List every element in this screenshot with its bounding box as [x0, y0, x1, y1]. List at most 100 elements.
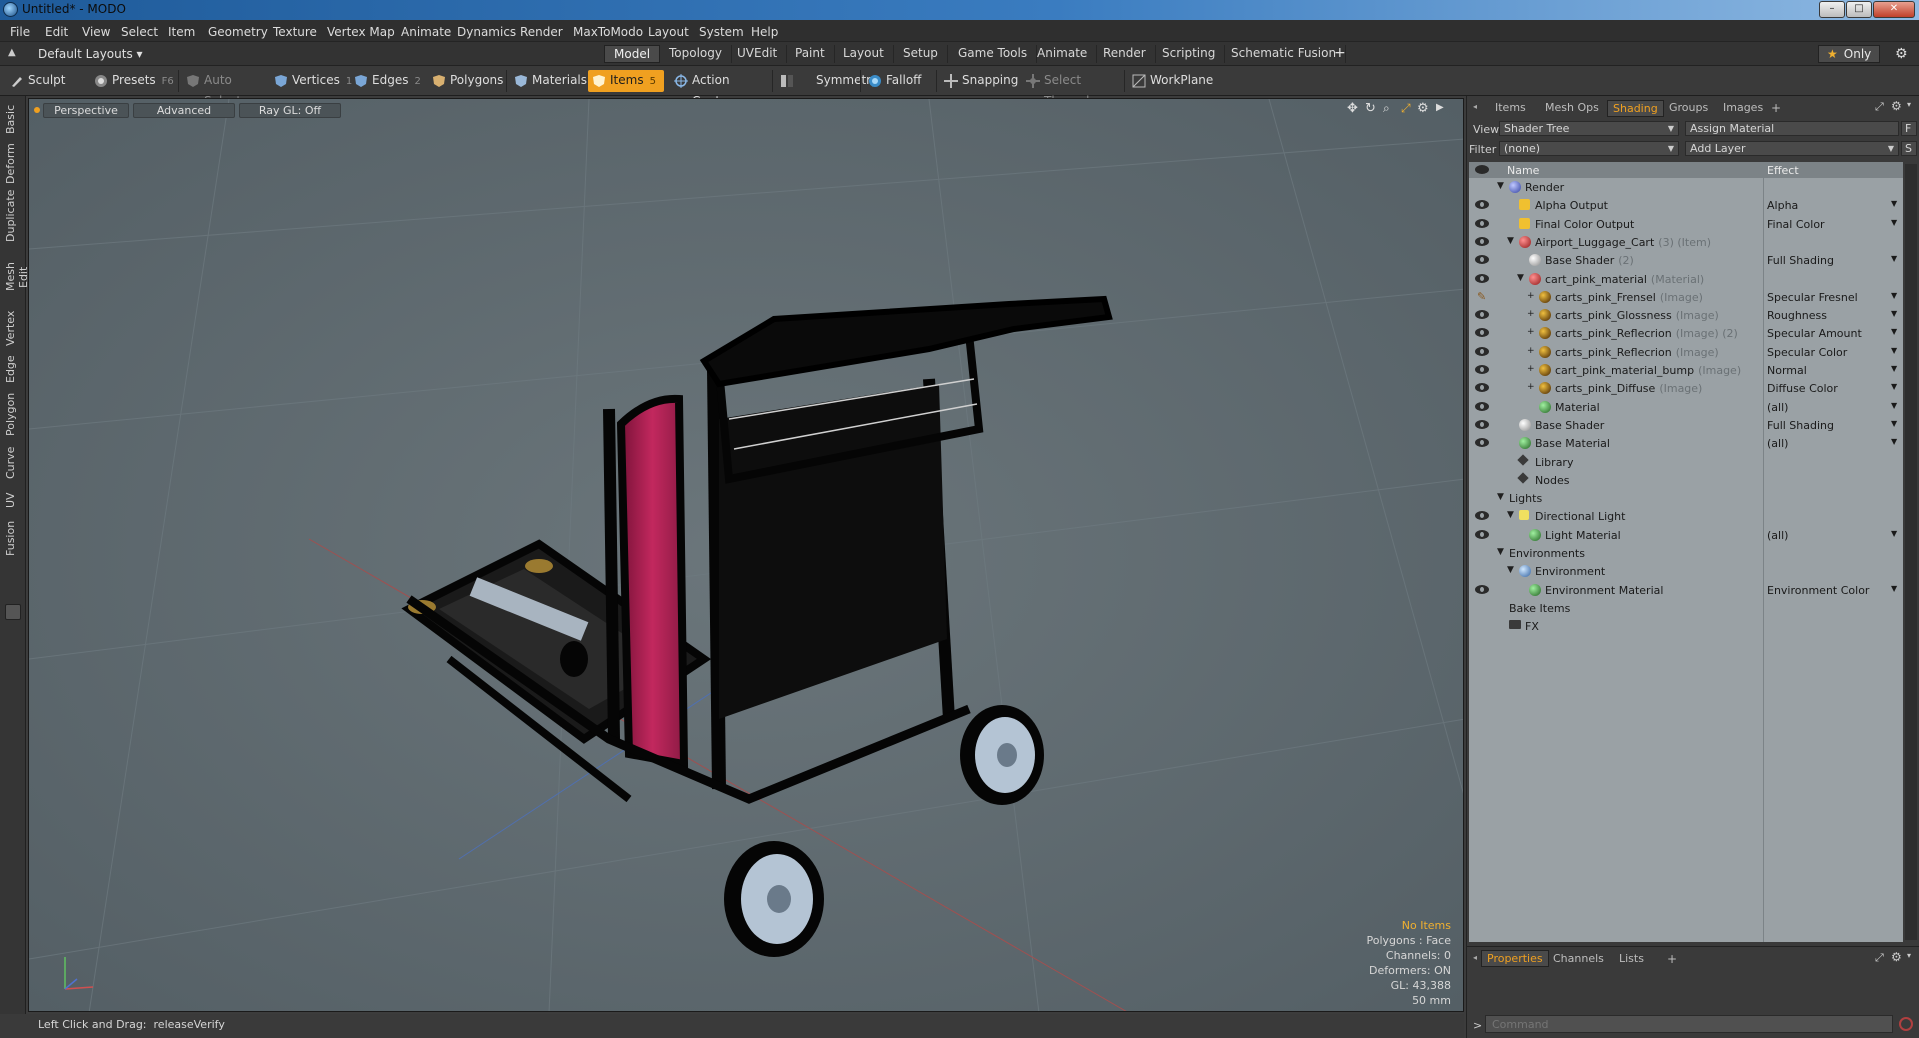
tab-paint[interactable]: Paint	[786, 45, 835, 63]
effect-dropdown-arrow-icon[interactable]: ▼	[1891, 364, 1897, 373]
collapse-arrow-icon[interactable]: ▼	[1507, 565, 1514, 575]
tree-row-effect[interactable]: Specular Fresnel	[1767, 291, 1858, 304]
effect-dropdown-arrow-icon[interactable]: ▼	[1891, 419, 1897, 428]
tab-shading[interactable]: Shading	[1607, 100, 1664, 117]
menu-geometry[interactable]: Geometry	[208, 25, 268, 39]
tree-row[interactable]: Bake Items	[1469, 599, 1903, 617]
tree-row[interactable]: ▼ Directional Light	[1469, 507, 1903, 525]
symmetry-button[interactable]: Symmetry	[776, 70, 878, 92]
tab-schematic-fusion[interactable]: Schematic Fusion	[1222, 45, 1347, 63]
menu-maxtomodo[interactable]: MaxToModo	[573, 25, 643, 39]
tree-scrollbar[interactable]	[1905, 164, 1917, 940]
visibility-eye-icon[interactable]	[1475, 511, 1489, 521]
menu-help[interactable]: Help	[751, 25, 778, 39]
bottom-panel-menu-icon[interactable]: ◂	[1473, 953, 1477, 962]
visibility-eye-icon[interactable]	[1475, 365, 1489, 374]
bottom-panel-dropdown-icon[interactable]: ▾	[1907, 951, 1911, 960]
tree-row[interactable]: + carts_pink_Reflecrion (Image) (2) Specula…	[1469, 324, 1903, 342]
tree-row[interactable]: Final Color Output Final Color ▼	[1469, 215, 1903, 233]
effect-dropdown-arrow-icon[interactable]: ▼	[1891, 401, 1897, 410]
command-stop-icon[interactable]	[1899, 1017, 1913, 1031]
vtab-edge[interactable]: Edge	[4, 354, 22, 384]
effect-dropdown-arrow-icon[interactable]: ▼	[1891, 327, 1897, 336]
visibility-eye-icon[interactable]	[1475, 310, 1489, 320]
menu-vertex-map[interactable]: Vertex Map	[327, 25, 395, 39]
visibility-eye-icon[interactable]	[1475, 200, 1489, 210]
vtab-basic[interactable]: Basic	[4, 102, 22, 136]
tree-row-effect[interactable]: Specular Amount	[1767, 327, 1862, 340]
tree-row[interactable]: + carts_pink_Reflecrion (Image) Specular Co…	[1469, 343, 1903, 361]
tree-row-effect[interactable]: Alpha	[1767, 199, 1798, 212]
tree-row[interactable]: Library	[1469, 453, 1903, 471]
effect-dropdown-arrow-icon[interactable]: ▼	[1891, 218, 1897, 227]
menu-texture[interactable]: Texture	[273, 25, 317, 39]
add-layer-key[interactable]: S	[1901, 141, 1917, 156]
tab-game-tools[interactable]: Game Tools	[949, 45, 1038, 63]
vtab-deform[interactable]: Deform	[4, 143, 22, 184]
visibility-eye-icon[interactable]	[1475, 401, 1489, 411]
edges-button[interactable]: Edges 2	[350, 70, 426, 92]
vtab-fusion[interactable]: Fusion	[4, 518, 22, 558]
tree-row[interactable]: + cart_pink_material_bump (Image) Normal ▼	[1469, 361, 1903, 379]
tree-row[interactable]: Base Shader Full Shading ▼	[1469, 416, 1903, 434]
visibility-header-icon[interactable]	[1475, 165, 1489, 174]
expand-plus-icon[interactable]: +	[1527, 364, 1535, 374]
tree-row[interactable]: ▼ Airport_Luggage_Cart (3) (Item)	[1469, 233, 1903, 251]
tree-row[interactable]: Material (all) ▼	[1469, 398, 1903, 416]
select-through-button[interactable]: Select Through	[1022, 70, 1122, 108]
panel-gear-icon[interactable]: ⚙	[1891, 99, 1902, 113]
collapse-arrow-icon[interactable]: ▼	[1497, 547, 1504, 557]
tab-images[interactable]: Images	[1723, 101, 1763, 114]
menu-layout[interactable]: Layout	[648, 25, 689, 39]
tree-row[interactable]: Base Shader (2) Full Shading ▼	[1469, 251, 1903, 269]
sculpt-button[interactable]: Sculpt	[6, 70, 88, 92]
tab-model[interactable]: Model	[604, 45, 661, 63]
effect-dropdown-arrow-icon[interactable]: ▼	[1891, 199, 1897, 208]
name-column-header[interactable]: Name	[1507, 164, 1539, 177]
visibility-eye-icon[interactable]	[1475, 584, 1489, 594]
tree-row-effect[interactable]: (all)	[1767, 529, 1788, 542]
tree-row[interactable]: ▼ Render	[1469, 178, 1903, 196]
tab-properties[interactable]: Properties	[1481, 950, 1549, 967]
viewport-expand-icon[interactable]: ▶	[1436, 102, 1444, 113]
collapse-arrow-icon[interactable]: ▼	[1507, 510, 1514, 520]
vtab-duplicate[interactable]: Duplicate	[4, 190, 22, 242]
palette-toggle-icon[interactable]	[5, 604, 21, 620]
tree-row-effect[interactable]: Final Color	[1767, 218, 1825, 231]
effect-dropdown-arrow-icon[interactable]: ▼	[1891, 382, 1897, 391]
action-center-button[interactable]: Action Center	[670, 70, 770, 108]
tree-row-effect[interactable]: Full Shading	[1767, 254, 1834, 267]
menu-file[interactable]: File	[10, 25, 30, 39]
expand-plus-icon[interactable]: +	[1527, 382, 1535, 392]
zoom-view-icon[interactable]: ⌕	[1383, 101, 1390, 116]
tree-row-effect[interactable]: Diffuse Color	[1767, 382, 1838, 395]
advanced-shading-tab[interactable]: Advanced	[133, 103, 235, 118]
expand-plus-icon[interactable]: +	[1527, 309, 1535, 319]
tab-setup[interactable]: Setup	[894, 45, 948, 63]
tree-row[interactable]: Nodes	[1469, 471, 1903, 489]
tab-animate[interactable]: Animate	[1028, 45, 1098, 63]
menu-animate[interactable]: Animate	[401, 25, 451, 39]
effect-dropdown-arrow-icon[interactable]: ▼	[1891, 309, 1897, 318]
panel-dropdown-icon[interactable]: ▾	[1907, 100, 1911, 109]
effect-dropdown-arrow-icon[interactable]: ▼	[1891, 584, 1897, 593]
tree-row[interactable]: ▼ Environment	[1469, 562, 1903, 580]
menu-edit[interactable]: Edit	[45, 25, 68, 39]
tree-row[interactable]: ▼ Environments	[1469, 544, 1903, 562]
vtab-polygon[interactable]: Polygon	[4, 392, 22, 436]
tree-row[interactable]: ✎ + carts_pink_Frensel (Image) Specular Fres…	[1469, 288, 1903, 306]
visibility-eye-icon[interactable]	[1475, 383, 1489, 393]
tree-row[interactable]: Base Material (all) ▼	[1469, 434, 1903, 452]
tree-row[interactable]: ▼ Lights	[1469, 489, 1903, 507]
items-button[interactable]: Items 5	[588, 70, 664, 92]
auto-select-button[interactable]: Auto Select	[182, 70, 268, 108]
paint-brush-icon[interactable]: ✎	[1477, 290, 1486, 303]
visibility-eye-icon[interactable]	[1475, 273, 1489, 283]
view-dropdown[interactable]: Shader Tree ▼	[1499, 121, 1679, 136]
tree-row[interactable]: + carts_pink_Glossness (Image) Roughness ▼	[1469, 306, 1903, 324]
visibility-eye-icon[interactable]	[1475, 236, 1489, 246]
effect-dropdown-arrow-icon[interactable]: ▼	[1891, 346, 1897, 355]
tab-uvedit[interactable]: UVEdit	[728, 45, 788, 63]
tab-groups[interactable]: Groups	[1669, 101, 1708, 114]
scene-render[interactable]	[29, 99, 1464, 1012]
